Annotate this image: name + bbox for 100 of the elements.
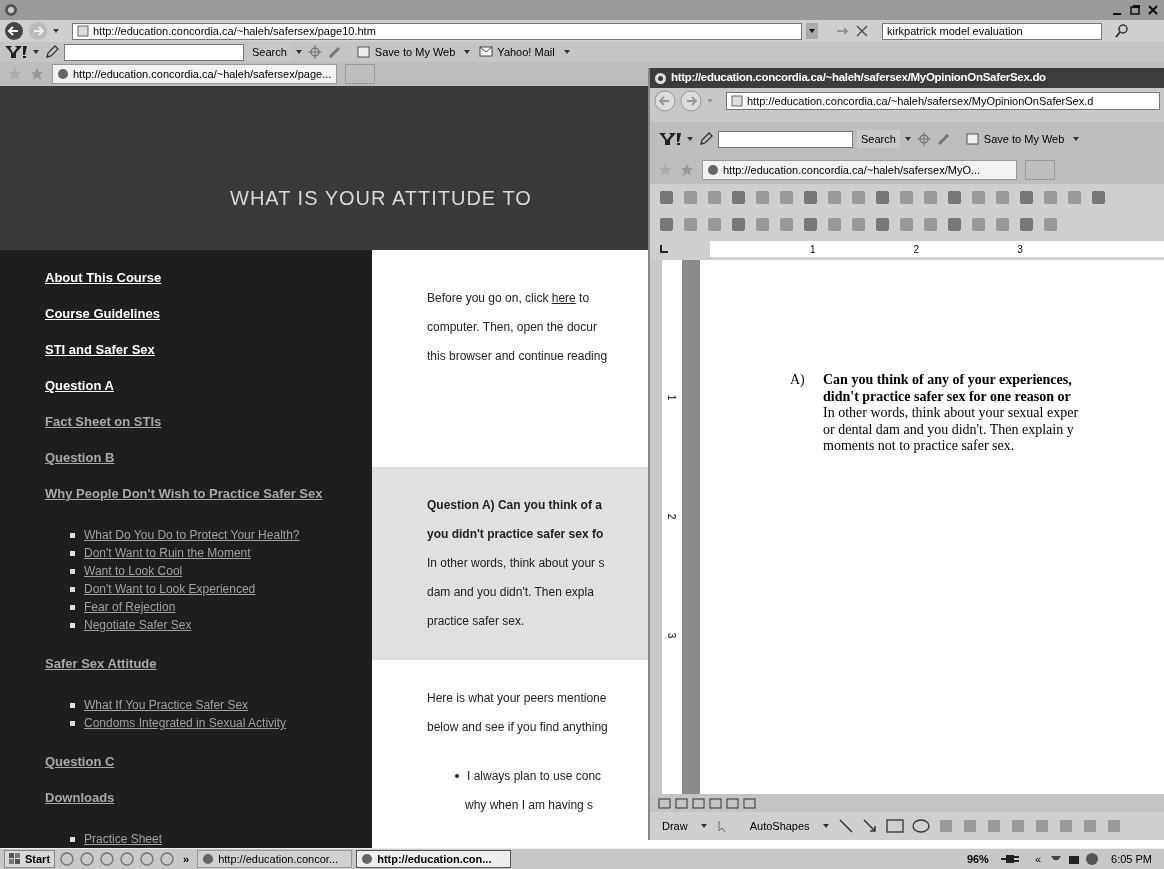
caret-icon[interactable] [821, 822, 830, 830]
toolbar-icon[interactable] [946, 216, 963, 233]
caret-icon[interactable] [1072, 135, 1081, 143]
toolbar-icon[interactable] [730, 189, 747, 206]
toolbar-icon[interactable] [1066, 189, 1083, 206]
search-input[interactable] [64, 43, 244, 61]
caret-icon[interactable] [686, 135, 694, 143]
caret-icon[interactable] [562, 48, 571, 56]
caret-icon[interactable] [52, 27, 60, 35]
sidebar-sublink[interactable]: What If You Practice Safer Sex [84, 696, 249, 714]
toolbar-icon[interactable] [1090, 189, 1107, 206]
caret-icon[interactable] [903, 135, 912, 143]
sidebar-link[interactable]: Question B [45, 450, 115, 466]
sidebar-sublink[interactable]: Want to Look Cool [84, 562, 183, 580]
caret-icon[interactable] [294, 48, 303, 56]
dropdown-icon[interactable] [806, 23, 818, 39]
sidebar-sublink[interactable]: Fear of Rejection [84, 598, 176, 616]
sidebar-sublink[interactable]: Negotiate Safer Sex [84, 616, 192, 634]
toolbar-icon[interactable] [874, 189, 891, 206]
browser-tab[interactable]: http://education.concordia.ca/~haleh/safersex/MyO... [702, 160, 1017, 180]
sidebar-link[interactable]: Safer Sex Attitude [45, 656, 157, 672]
arrow-icon[interactable] [861, 818, 878, 834]
stop-icon[interactable] [854, 23, 870, 39]
toolbar-icon[interactable] [1042, 216, 1059, 233]
toolbar-icon[interactable] [802, 189, 819, 206]
here-link[interactable]: here [551, 291, 576, 305]
toolbar-icon[interactable] [658, 216, 675, 233]
pencil-icon[interactable] [44, 44, 60, 60]
new-tab-button[interactable] [1025, 160, 1055, 180]
back-icon[interactable] [4, 21, 24, 41]
toolbar-icon[interactable] [682, 189, 699, 206]
sidebar-link[interactable]: Course Guidelines [45, 306, 160, 322]
line-icon[interactable] [837, 818, 854, 834]
yahoo-logo-icon[interactable] [4, 44, 28, 60]
sidebar-link[interactable]: STI and Safer Sex [45, 342, 155, 358]
sidebar-link[interactable]: About This Course [45, 270, 162, 286]
toolbar-icon[interactable] [706, 216, 723, 233]
yahoo-mail-button[interactable]: Yahoo! Mail [475, 43, 559, 61]
circle-icon[interactable] [79, 851, 96, 867]
forward-icon[interactable] [680, 90, 702, 112]
toolbar-icon[interactable] [850, 189, 867, 206]
search-button[interactable]: Search [857, 130, 900, 148]
toolbar-icon[interactable] [802, 216, 819, 233]
toolbar-icon[interactable] [994, 216, 1011, 233]
toolbar-icon[interactable] [850, 216, 867, 233]
toolbar-icon[interactable] [778, 216, 795, 233]
taskbar-button[interactable]: http://education.con... [356, 850, 512, 868]
sidebar-sublink[interactable]: Condoms Integrated in Sexual Activity [84, 714, 287, 732]
toolbar-icon[interactable] [1018, 189, 1035, 206]
pencil-icon[interactable] [698, 131, 714, 147]
rectangle-icon[interactable] [885, 819, 904, 833]
new-tab-button[interactable] [345, 64, 375, 84]
sidebar-link[interactable]: Question A [45, 378, 114, 394]
save-to-my-web-button[interactable]: Save to My Web [961, 130, 1069, 148]
toolbar-icon[interactable] [754, 216, 771, 233]
save-to-my-web-button[interactable]: Save to My Web [352, 43, 460, 61]
sidebar-sublink[interactable]: Don't Want to Ruin the Moment [84, 544, 251, 562]
sidebar-link[interactable]: Question C [45, 754, 115, 770]
sidebar-sublink[interactable]: What Do You Do to Protect Your Health? [84, 526, 300, 544]
caret-icon[interactable] [32, 48, 40, 56]
toolbar-icon[interactable] [994, 189, 1011, 206]
search-input[interactable] [718, 130, 853, 148]
draw-menu-button[interactable]: Draw [658, 817, 692, 835]
search-button[interactable]: Search [248, 43, 291, 61]
toolbar-icon[interactable] [706, 189, 723, 206]
toolbar-icon[interactable] [898, 216, 915, 233]
tab-stop-icon[interactable] [658, 243, 670, 255]
yahoo-logo-icon[interactable] [658, 131, 682, 147]
more-button[interactable]: » [179, 850, 194, 868]
search-field[interactable]: kirkpatrick model evaluation [882, 22, 1102, 40]
toolbar-icon[interactable] [826, 216, 843, 233]
restore-icon[interactable] [1128, 3, 1142, 17]
toolbar-icon[interactable] [730, 216, 747, 233]
toolbar-icon[interactable] [970, 189, 987, 206]
toolbar-icon[interactable] [970, 216, 987, 233]
toolbar-icon[interactable] [826, 189, 843, 206]
caret-icon[interactable] [699, 822, 708, 830]
oval-icon[interactable] [911, 819, 930, 833]
power-plug-icon[interactable] [1000, 852, 1019, 866]
close-icon[interactable] [1146, 3, 1160, 17]
toolbar-icon[interactable] [778, 189, 795, 206]
sidebar-sublink[interactable]: Don't Want to Look Experienced [84, 580, 256, 598]
toolbar-icon[interactable] [922, 189, 939, 206]
address-field[interactable]: http://education.concordia.ca/~haleh/safersex/page10.htm [72, 22, 802, 40]
show-hidden-icons-button[interactable]: « [1030, 850, 1046, 868]
sidebar-link[interactable]: Fact Sheet on STIs [45, 414, 162, 430]
browser-tab[interactable]: http://education.concordia.ca/~haleh/safersex/page... [52, 64, 337, 84]
toolbar-icon[interactable] [658, 189, 675, 206]
toolbar-icon[interactable] [1018, 216, 1035, 233]
start-button[interactable]: Start [4, 850, 56, 868]
toolbar-icon[interactable] [754, 189, 771, 206]
sidebar-link[interactable]: Why People Don't Wish to Practice Safer Sex [45, 486, 323, 502]
toolbar-icon[interactable] [1042, 189, 1059, 206]
toolbar-icon[interactable] [946, 189, 963, 206]
taskbar-button[interactable]: http://education.concor... [197, 850, 353, 868]
toolbar-icon[interactable] [922, 216, 939, 233]
caret-icon[interactable] [463, 48, 472, 56]
sidebar-sublink[interactable]: Practice Sheet [84, 830, 163, 848]
address-field[interactable]: http://education.concordia.ca/~haleh/safersex/MyOpinionOnSaferSex.d [726, 92, 1160, 110]
search-icon[interactable] [1114, 23, 1130, 39]
